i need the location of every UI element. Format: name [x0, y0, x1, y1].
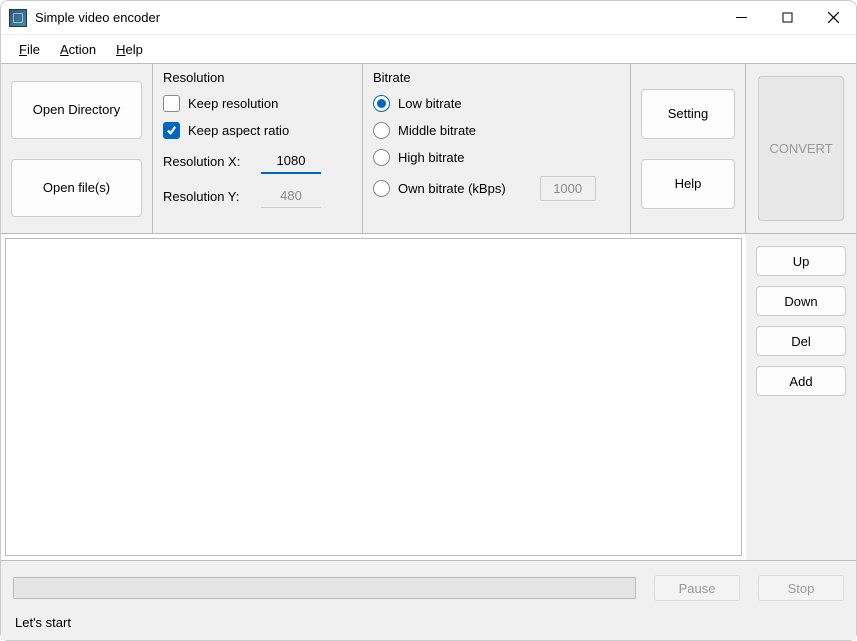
high-bitrate-radio[interactable]: High bitrate [373, 149, 620, 166]
titlebar: Simple video encoder [1, 1, 856, 35]
keep-resolution-checkbox[interactable]: Keep resolution [163, 95, 352, 112]
maximize-icon [782, 12, 793, 23]
list-buttons-column: Up Down Del Add [746, 234, 856, 560]
menubar: File Action Help [1, 35, 856, 63]
del-button[interactable]: Del [756, 326, 846, 356]
side-column: Setting Help [631, 64, 746, 233]
menu-help[interactable]: Help [106, 38, 153, 61]
file-list[interactable] [5, 238, 742, 556]
app-icon [9, 9, 27, 27]
checkbox-icon [163, 122, 180, 139]
resolution-y-input[interactable] [261, 184, 321, 208]
progress-row: Pause Stop [13, 575, 844, 601]
list-area: Up Down Del Add [1, 234, 856, 560]
open-directory-button[interactable]: Open Directory [11, 81, 142, 139]
open-column: Open Directory Open file(s) [1, 64, 153, 233]
resolution-group: Resolution Keep resolution Keep aspect r… [153, 64, 363, 233]
menu-file[interactable]: File [9, 38, 50, 61]
resolution-y-row: Resolution Y: [163, 184, 352, 208]
radio-icon [373, 180, 390, 197]
close-button[interactable] [810, 1, 856, 35]
convert-button[interactable]: CONVERT [758, 76, 844, 221]
checkbox-icon [163, 95, 180, 112]
menu-action[interactable]: Action [50, 38, 106, 61]
main-content: Open Directory Open file(s) Resolution K… [1, 63, 856, 640]
middle-bitrate-label: Middle bitrate [398, 123, 476, 138]
close-icon [828, 12, 839, 23]
bitrate-group: Bitrate Low bitrate Middle bitrate High … [363, 64, 631, 233]
resolution-x-input[interactable] [261, 149, 321, 174]
setting-button[interactable]: Setting [641, 89, 735, 139]
radio-icon [373, 122, 390, 139]
convert-column: CONVERT [746, 64, 856, 233]
add-button[interactable]: Add [756, 366, 846, 396]
top-panel: Open Directory Open file(s) Resolution K… [1, 64, 856, 234]
low-bitrate-label: Low bitrate [398, 96, 462, 111]
own-bitrate-radio[interactable]: Own bitrate (kBps) [373, 176, 620, 201]
high-bitrate-label: High bitrate [398, 150, 464, 165]
status-text: Let's start [13, 611, 844, 634]
middle-bitrate-radio[interactable]: Middle bitrate [373, 122, 620, 139]
bottom-bar: Pause Stop Let's start [1, 560, 856, 640]
pause-button[interactable]: Pause [654, 575, 740, 601]
open-files-button[interactable]: Open file(s) [11, 159, 142, 217]
own-bitrate-input[interactable] [540, 176, 596, 201]
keep-aspect-checkbox[interactable]: Keep aspect ratio [163, 122, 352, 139]
resolution-title: Resolution [163, 70, 352, 85]
radio-icon [373, 149, 390, 166]
low-bitrate-radio[interactable]: Low bitrate [373, 95, 620, 112]
resolution-y-label: Resolution Y: [163, 189, 253, 204]
resolution-x-row: Resolution X: [163, 149, 352, 174]
window-title: Simple video encoder [35, 10, 160, 25]
help-button[interactable]: Help [641, 159, 735, 209]
up-button[interactable]: Up [756, 246, 846, 276]
resolution-x-label: Resolution X: [163, 154, 253, 169]
keep-aspect-label: Keep aspect ratio [188, 123, 289, 138]
bitrate-title: Bitrate [373, 70, 620, 85]
minimize-button[interactable] [718, 1, 764, 35]
down-button[interactable]: Down [756, 286, 846, 316]
own-bitrate-label: Own bitrate (kBps) [398, 181, 506, 196]
keep-resolution-label: Keep resolution [188, 96, 278, 111]
stop-button[interactable]: Stop [758, 575, 844, 601]
progress-bar [13, 577, 636, 599]
radio-icon [373, 95, 390, 112]
minimize-icon [736, 12, 747, 23]
maximize-button[interactable] [764, 1, 810, 35]
